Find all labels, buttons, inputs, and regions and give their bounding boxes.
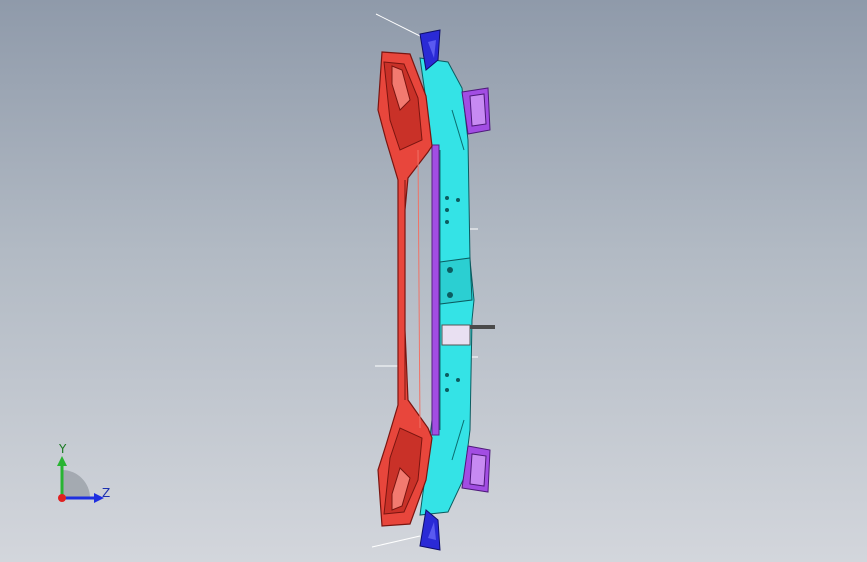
cad-model[interactable]: [0, 0, 867, 562]
bumper-beam[interactable]: [377, 51, 433, 527]
graphics-viewport[interactable]: Y Z: [0, 0, 867, 562]
leader-line-top: [375, 13, 425, 39]
x-axis-dot: [58, 494, 66, 502]
leader-line-bottom: [371, 535, 421, 548]
z-axis-label: Z: [102, 486, 111, 500]
triad-graphic: [57, 456, 104, 503]
purple-strip[interactable]: [431, 144, 440, 436]
y-axis-label: Y: [59, 442, 67, 456]
orientation-triad[interactable]: Y Z: [44, 440, 124, 510]
